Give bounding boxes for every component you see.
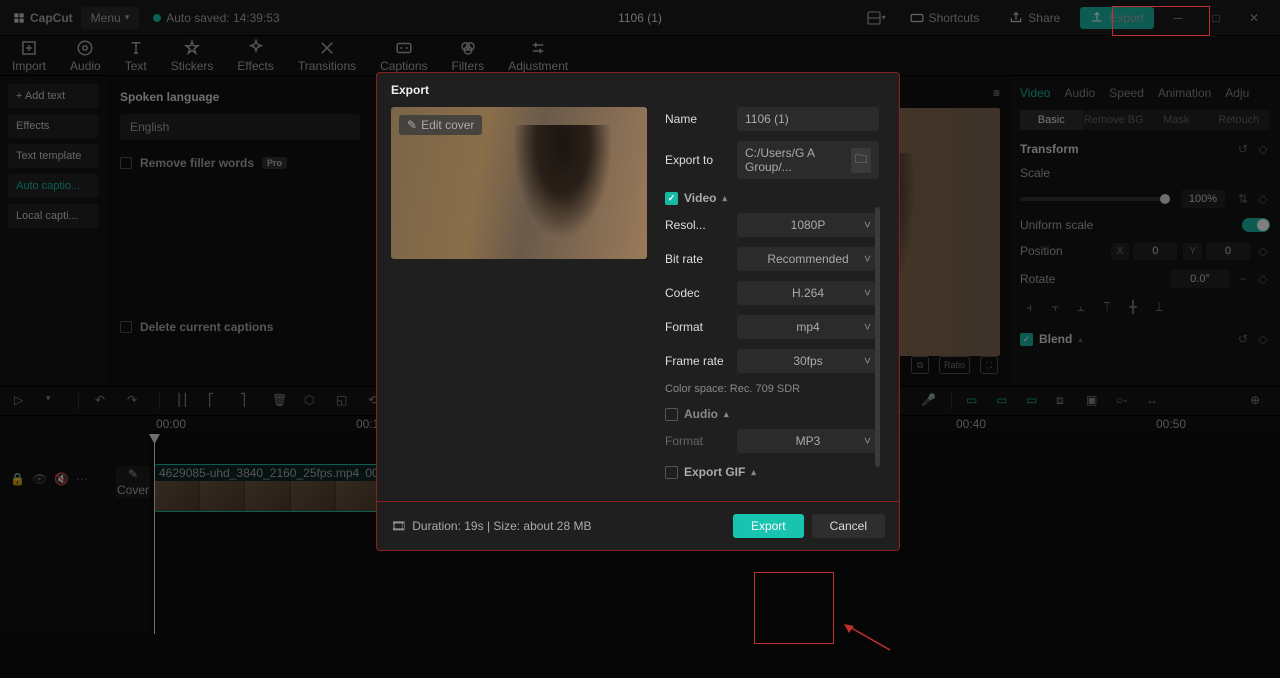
export-cover-preview: ✎Edit cover [391, 107, 647, 259]
name-input[interactable]: 1106 (1) [737, 107, 879, 131]
colorspace-note: Color space: Rec. 709 SDR [665, 383, 879, 395]
codec-select[interactable]: H.264˅ [737, 281, 879, 305]
framerate-label: Frame rate [665, 354, 727, 368]
framerate-select[interactable]: 30fps˅ [737, 349, 879, 373]
pencil-icon: ✎ [407, 118, 417, 132]
film-icon: 🎞 [391, 519, 406, 533]
export-title: Export [377, 73, 899, 107]
resolution-select[interactable]: 1080P˅ [737, 213, 879, 237]
format-label: Format [665, 320, 727, 334]
export-confirm-button[interactable]: Export [733, 514, 804, 538]
exportto-label: Export to [665, 153, 727, 167]
gif-section[interactable]: Export GIF▴ [665, 465, 879, 479]
cancel-button[interactable]: Cancel [812, 514, 885, 538]
res-label: Resol... [665, 218, 727, 232]
format-select[interactable]: mp4˅ [737, 315, 879, 339]
codec-label: Codec [665, 286, 727, 300]
audio-format-select[interactable]: MP3˅ [737, 429, 879, 453]
scrollbar[interactable] [875, 207, 880, 467]
name-label: Name [665, 112, 727, 126]
exportto-input[interactable]: C:/Users/G A Group/...🗀 [737, 141, 879, 179]
video-section[interactable]: ✓Video▴ [665, 191, 879, 205]
aformat-label: Format [665, 434, 727, 448]
audio-section[interactable]: Audio▴ [665, 407, 879, 421]
bitrate-select[interactable]: Recommended˅ [737, 247, 879, 271]
bitrate-label: Bit rate [665, 252, 727, 266]
edit-cover-button[interactable]: ✎Edit cover [399, 115, 482, 135]
folder-icon[interactable]: 🗀 [851, 148, 871, 173]
export-dialog: Export ✎Edit cover Name 1106 (1) Export t… [376, 72, 900, 551]
export-info: 🎞Duration: 19s | Size: about 28 MB [391, 519, 591, 533]
